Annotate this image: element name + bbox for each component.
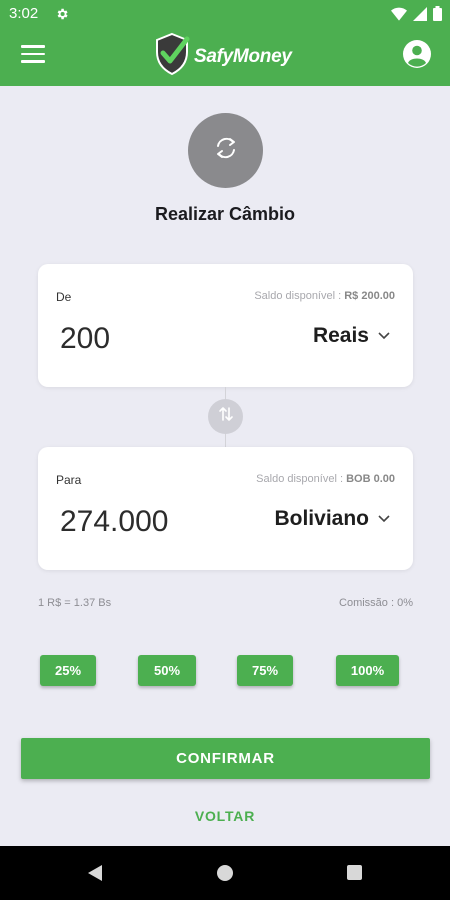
commission-text: Comissão : 0% — [339, 597, 413, 609]
app-bar: SafyMoney — [0, 28, 450, 86]
system-navigation-bar — [0, 846, 450, 900]
nav-back-triangle-icon[interactable] — [87, 864, 103, 887]
swap-vertical-icon — [217, 405, 235, 428]
brand-name: SafyMoney — [194, 45, 292, 67]
percent-50-button[interactable]: 50% — [138, 655, 196, 686]
battery-icon — [433, 6, 442, 26]
from-currency-select[interactable]: Reais — [313, 324, 391, 348]
chevron-down-icon — [377, 510, 391, 528]
status-bar: 3:02 — [0, 0, 450, 28]
to-card: Para Saldo disponível : BOB 0.00 Bolivia… — [38, 447, 413, 570]
exchange-circle — [188, 113, 263, 188]
from-saldo-value: R$ 200.00 — [344, 290, 395, 302]
from-saldo: Saldo disponível : R$ 200.00 — [254, 290, 395, 302]
confirm-button[interactable]: CONFIRMAR — [21, 738, 430, 779]
to-saldo: Saldo disponível : BOB 0.00 — [256, 473, 395, 485]
menu-hamburger-icon[interactable] — [21, 45, 45, 67]
percent-100-button[interactable]: 100% — [336, 655, 399, 686]
to-amount-input[interactable] — [60, 502, 230, 542]
to-saldo-value: BOB 0.00 — [346, 473, 395, 485]
settings-gear-icon — [55, 7, 69, 26]
account-circle-icon[interactable] — [402, 39, 432, 69]
to-currency-label: Boliviano — [274, 507, 369, 530]
swap-currencies-button[interactable] — [208, 399, 243, 434]
from-amount-input[interactable] — [60, 319, 230, 359]
to-saldo-label: Saldo disponível : — [256, 473, 344, 485]
percent-25-button[interactable]: 25% — [40, 655, 96, 686]
exchange-rate-text: 1 R$ = 1.37 Bs — [38, 597, 112, 609]
sync-arrows-icon — [211, 133, 241, 168]
nav-recents-square-icon[interactable] — [347, 865, 362, 880]
to-currency-select[interactable]: Boliviano — [274, 507, 391, 531]
percent-75-button[interactable]: 75% — [237, 655, 293, 686]
chevron-down-icon — [377, 327, 391, 345]
from-saldo-label: Saldo disponível : — [254, 290, 342, 302]
back-button[interactable]: VOLTAR — [0, 808, 450, 824]
app-logo: SafyMoney — [154, 32, 292, 81]
from-card: De Saldo disponível : R$ 200.00 Reais — [38, 264, 413, 387]
page-title: Realizar Câmbio — [154, 204, 296, 224]
to-label: Para — [56, 473, 82, 487]
nav-home-circle-icon[interactable] — [217, 865, 233, 881]
status-time: 3:02 — [9, 5, 39, 22]
from-label: De — [56, 290, 72, 304]
wifi-icon — [391, 7, 407, 26]
from-currency-label: Reais — [312, 324, 369, 347]
signal-icon — [413, 6, 427, 26]
shield-check-icon — [154, 32, 190, 81]
